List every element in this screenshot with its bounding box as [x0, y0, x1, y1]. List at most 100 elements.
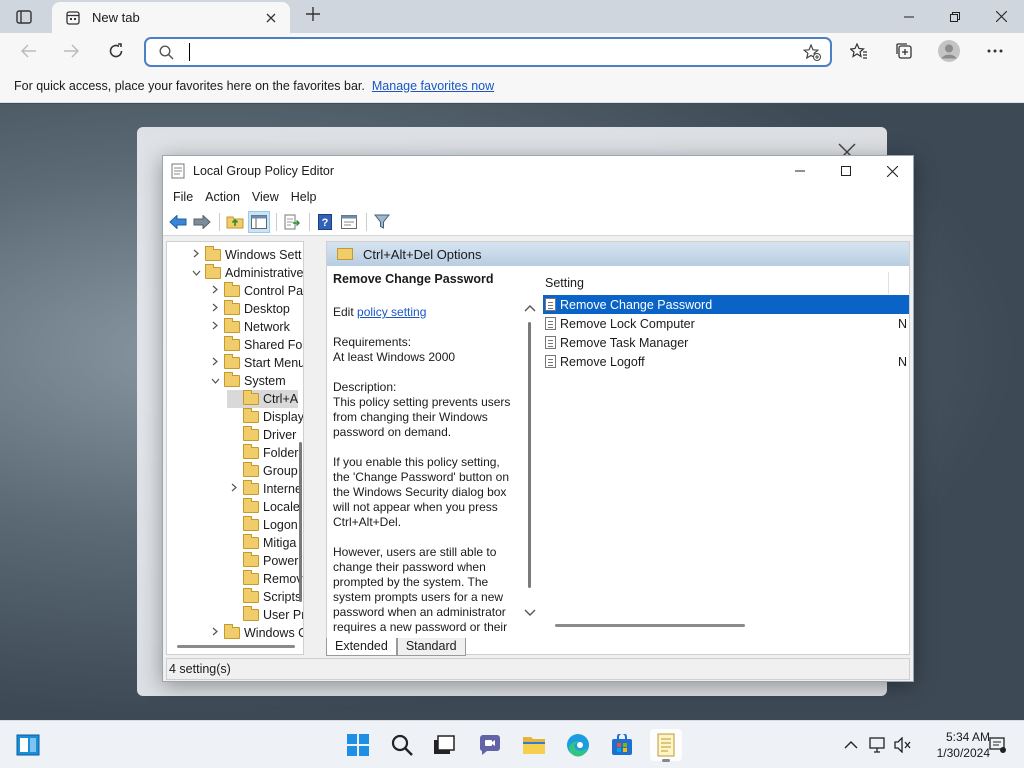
chevron-right-icon[interactable] [208, 285, 222, 297]
menu-view[interactable]: View [246, 190, 285, 204]
gpe-maximize-button[interactable] [823, 156, 869, 186]
description-scroll-thumb[interactable] [528, 322, 531, 588]
refresh-button[interactable] [101, 37, 131, 65]
setting-row[interactable]: Remove Logoff N [543, 352, 909, 371]
toolbar-forward-button[interactable] [191, 211, 213, 233]
browser-minimize-button[interactable] [886, 0, 932, 33]
tree-node[interactable]: Ctrl+A [227, 390, 299, 408]
tree-node[interactable]: Start Menu [208, 354, 303, 372]
teams-chat-button[interactable] [474, 729, 506, 761]
back-button[interactable] [14, 37, 44, 65]
browser-restore-button[interactable] [932, 0, 978, 33]
chevron-down-icon[interactable] [189, 268, 203, 279]
profile-button[interactable] [934, 37, 964, 65]
tab-actions-icon [16, 10, 32, 24]
tree-node[interactable]: Shared Fol [208, 336, 303, 354]
edge-button[interactable] [562, 729, 594, 761]
tree-node[interactable]: Interne [227, 480, 302, 498]
gpe-close-button[interactable] [869, 156, 915, 186]
chevron-right-icon[interactable] [208, 321, 222, 333]
notifications-button[interactable] [988, 735, 1008, 755]
chevron-down-icon[interactable] [524, 609, 536, 617]
show-hidden-icons-button[interactable] [841, 735, 861, 755]
chevron-up-icon[interactable] [524, 304, 536, 312]
chevron-right-icon[interactable] [208, 357, 222, 369]
manage-favorites-link[interactable]: Manage favorites now [372, 79, 494, 93]
tree-node[interactable]: Power [227, 552, 298, 570]
tree-node[interactable]: Desktop [208, 300, 290, 318]
tree-node[interactable]: Folder [227, 444, 298, 462]
tree-node[interactable]: Windows C [208, 624, 303, 642]
tab-standard[interactable]: Standard [396, 638, 466, 656]
address-input[interactable] [186, 43, 786, 61]
menu-help[interactable]: Help [285, 190, 323, 204]
toolbar-back-button[interactable] [167, 211, 189, 233]
tree-node[interactable]: User Pr [227, 606, 303, 624]
widgets-button[interactable] [12, 729, 44, 761]
console-tree[interactable]: Windows Sett Administrative Control Pa Desk… [166, 241, 304, 655]
toolbar-filter-button[interactable] [371, 211, 393, 233]
tree-node[interactable]: Group [227, 462, 298, 480]
favorites-button[interactable] [844, 37, 874, 65]
chevron-down-icon[interactable] [208, 376, 222, 387]
address-bar[interactable] [144, 37, 832, 67]
setting-row[interactable]: Remove Task Manager [543, 333, 909, 352]
tree-vertical-scrollbar[interactable] [299, 442, 302, 602]
tree-node[interactable]: Logon [227, 516, 298, 534]
network-button[interactable] [868, 735, 888, 755]
tree-node[interactable]: Administrative [189, 264, 303, 282]
browser-close-button[interactable] [978, 0, 1024, 33]
tree-node[interactable]: Control Pa [208, 282, 303, 300]
menu-file[interactable]: File [167, 190, 199, 204]
toolbar-export-button[interactable] [281, 211, 303, 233]
file-explorer-button[interactable] [518, 729, 550, 761]
setting-row[interactable]: Remove Lock Computer N [543, 314, 909, 333]
tree-node[interactable]: Display [227, 408, 303, 426]
settings-more-button[interactable] [980, 37, 1010, 65]
tree-node[interactable]: Driver [227, 426, 296, 444]
tab-actions-button[interactable] [8, 6, 40, 28]
tree-node[interactable]: Windows Sett [189, 246, 301, 264]
collections-button[interactable] [889, 37, 919, 65]
add-favorite-icon[interactable] [803, 44, 821, 61]
tree-node[interactable]: Scripts [227, 588, 301, 606]
chevron-right-icon[interactable] [208, 303, 222, 315]
tree-horizontal-scrollbar[interactable] [177, 645, 295, 648]
tab-close-button[interactable] [262, 9, 280, 27]
toolbar-up-folder-button[interactable] [224, 211, 246, 233]
toolbar-help-button[interactable]: ? [314, 211, 336, 233]
chevron-right-icon[interactable] [208, 627, 222, 639]
notifications-icon [989, 737, 1006, 753]
start-button[interactable] [342, 729, 374, 761]
task-view-button[interactable] [428, 729, 460, 761]
chevron-right-icon[interactable] [189, 249, 203, 261]
edit-policy-setting-link[interactable]: policy setting [357, 305, 426, 319]
search-button[interactable] [386, 729, 418, 761]
tree-node[interactable]: System [208, 372, 286, 390]
menu-action[interactable]: Action [199, 190, 246, 204]
description-scrollbar[interactable] [523, 298, 537, 618]
avatar-icon [938, 40, 960, 62]
tree-node[interactable]: Network [208, 318, 290, 336]
new-tab-button[interactable] [300, 4, 326, 28]
gpe-minimize-button[interactable] [777, 156, 823, 186]
tree-node-label: Power [263, 554, 299, 568]
column-header-setting[interactable]: Setting [543, 272, 889, 294]
clock-time: 5:34 AM [945, 730, 990, 744]
policy-editor-taskbar-button[interactable] [650, 729, 682, 762]
store-button[interactable] [606, 729, 638, 761]
tree-node[interactable]: Remov [227, 570, 303, 588]
toolbar-show-tree-button[interactable] [248, 210, 270, 233]
toolbar-properties-button[interactable] [338, 211, 360, 233]
list-horizontal-scrollbar[interactable] [555, 624, 745, 627]
chevron-right-icon[interactable] [227, 483, 241, 495]
tree-node[interactable]: Locale [227, 498, 300, 516]
forward-button[interactable] [56, 37, 86, 65]
setting-row[interactable]: Remove Change Password [543, 295, 909, 314]
tree-node[interactable]: Mitiga [227, 534, 296, 552]
volume-button[interactable] [893, 735, 913, 755]
folder-icon [243, 516, 259, 531]
system-clock[interactable]: 5:34 AM 1/30/2024 [920, 729, 990, 761]
tab-new-tab[interactable]: New tab [52, 2, 290, 33]
tab-extended[interactable]: Extended [326, 638, 397, 656]
